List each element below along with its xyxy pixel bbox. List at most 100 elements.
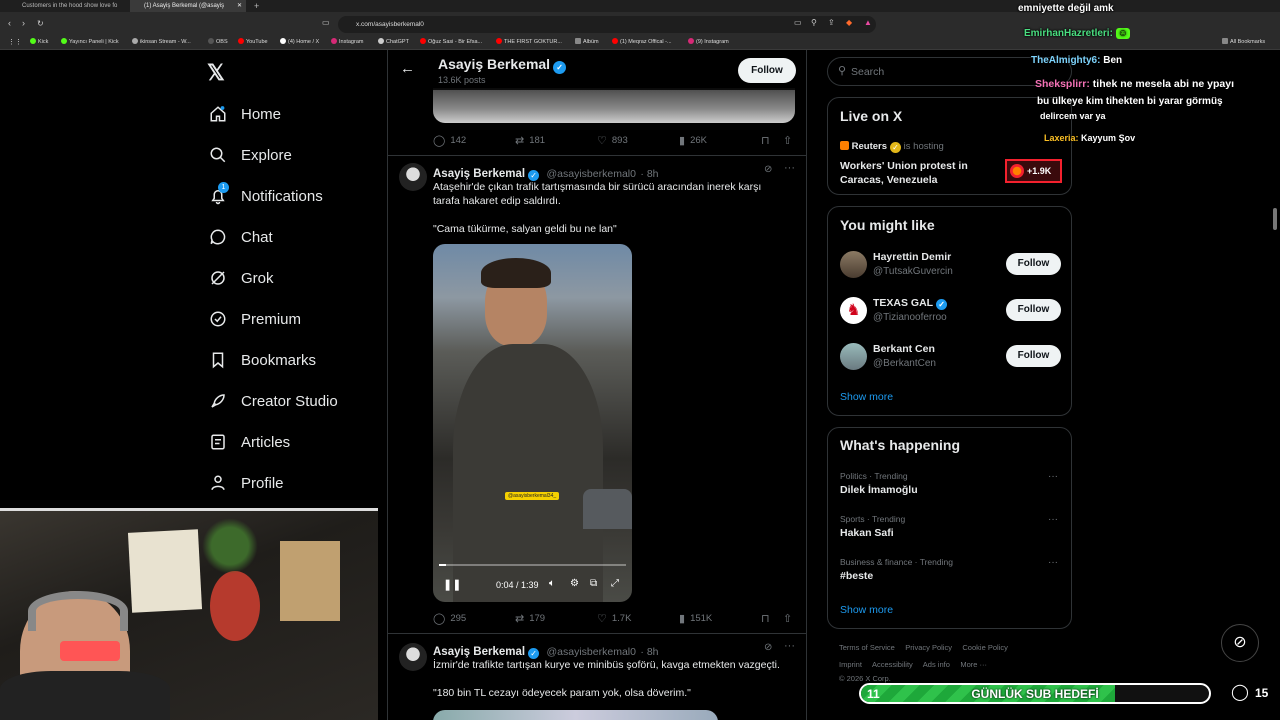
show-more-link[interactable]: Show more [840, 604, 893, 616]
tweet-time[interactable]: · 8h [640, 646, 658, 658]
bookmark-item[interactable]: Yayıncı Paneli | Kick [61, 38, 119, 45]
footer-link[interactable]: More ··· [960, 660, 987, 669]
close-tab-icon[interactable]: ✕ [237, 0, 242, 12]
bookmark-item[interactable]: ikinsan Stream - W... [132, 38, 191, 45]
footer-link[interactable]: Imprint [839, 660, 862, 669]
user-handle[interactable]: @BerkantCen [873, 358, 936, 369]
bookmark-item[interactable]: (4) Home / X [280, 38, 319, 45]
avatar[interactable] [399, 643, 427, 671]
avatar[interactable] [840, 251, 867, 278]
live-event-title[interactable]: Workers' Union protest in Caracas, Venez… [840, 159, 985, 187]
forward-icon[interactable]: › [22, 18, 25, 28]
scrollbar-thumb[interactable] [1273, 208, 1277, 230]
more-icon[interactable]: ··· [784, 162, 795, 174]
follow-button[interactable]: Follow [1006, 299, 1061, 321]
bookmark-item[interactable]: Kick [30, 38, 48, 45]
bookmark-item[interactable]: OBS [208, 38, 228, 45]
sidebar-item-explore[interactable]: Explore [208, 140, 292, 170]
grok-floating-button[interactable]: ⊘ [1221, 624, 1259, 662]
share-button[interactable]: ⇧ [783, 134, 797, 147]
live-listeners[interactable]: +1.9K [1005, 159, 1062, 183]
new-tab-icon[interactable]: + [252, 0, 264, 12]
follow-button[interactable]: Follow [738, 58, 796, 83]
avatar[interactable]: ♞ [840, 297, 867, 324]
tweet-author-name[interactable]: Asayiş Berkemal [433, 646, 525, 658]
pip-icon[interactable]: ⧉ [590, 578, 597, 589]
bookmark-button[interactable]: ⊓ [761, 134, 775, 147]
more-icon[interactable]: ··· [784, 640, 795, 652]
like-button[interactable]: ♡ 893 [597, 134, 628, 147]
rewards-icon[interactable]: ▲ [864, 18, 872, 27]
trend-name[interactable]: Hakan Safi [840, 527, 894, 539]
sidebar-item-grok[interactable]: Grok [208, 263, 274, 293]
share-button[interactable]: ⇧ [783, 612, 797, 625]
bookmark-item[interactable]: Albüm [575, 38, 599, 45]
bookmark-item[interactable]: YouTube [238, 38, 268, 45]
sidebar-item-chat[interactable]: Chat [208, 222, 273, 252]
grok-icon[interactable]: ⊘ [764, 164, 772, 175]
tweet-media[interactable] [433, 710, 718, 720]
tweet-author-name[interactable]: Asayiş Berkemal [433, 168, 525, 180]
show-more-link[interactable]: Show more [840, 391, 893, 403]
sidebar-item-creator-studio[interactable]: Creator Studio [208, 386, 338, 416]
avatar[interactable] [840, 343, 867, 370]
follow-button[interactable]: Follow [1006, 345, 1061, 367]
zoom-icon[interactable]: ⚲ [811, 18, 817, 27]
previous-tweet-image[interactable] [433, 88, 795, 123]
apps-icon[interactable]: ⋮⋮ [8, 38, 22, 46]
more-icon[interactable]: ··· [1048, 514, 1058, 525]
user-name[interactable]: Hayrettin Demir [873, 251, 951, 263]
bookmark-item[interactable]: THE FIRST GOKTUR... [496, 38, 562, 45]
user-name[interactable]: Berkant Cen [873, 343, 935, 355]
grok-icon[interactable]: ⊘ [764, 642, 772, 653]
more-icon[interactable]: ··· [1048, 557, 1058, 568]
reload-icon[interactable]: ↻ [37, 19, 44, 28]
user-name[interactable]: TEXAS GAL ✓ [873, 297, 948, 310]
sidebar-item-articles[interactable]: Articles [208, 427, 290, 457]
all-bookmarks[interactable]: All Bookmarks [1222, 38, 1265, 45]
fullscreen-icon[interactable]: ⤢ [611, 578, 619, 589]
screen-icon[interactable]: ▭ [794, 18, 802, 27]
browser-tab[interactable]: Customers in the hood show love fo [8, 0, 126, 12]
x-logo-icon[interactable]: 𝕏 [207, 60, 225, 86]
bookmark-item[interactable]: Oğuz Sasi - Bir Efsa... [420, 38, 482, 45]
share-icon[interactable]: ⇪ [828, 18, 835, 27]
bookmark-page-icon[interactable]: ▭ [322, 18, 330, 27]
tweet-author-handle[interactable]: @asayisberkemal0 [547, 168, 636, 180]
footer-link[interactable]: Cookie Policy [962, 643, 1007, 652]
brave-shield-icon[interactable]: ◆ [846, 18, 852, 27]
footer-link[interactable]: Terms of Service [839, 643, 895, 652]
user-handle[interactable]: @Tizianooferroo [873, 312, 947, 323]
footer-link[interactable]: Ads info [923, 660, 950, 669]
sidebar-item-premium[interactable]: Premium [208, 304, 301, 334]
follow-button[interactable]: Follow [1006, 253, 1061, 275]
back-arrow-icon[interactable]: ← [400, 60, 415, 77]
sidebar-item-home[interactable]: Home [208, 99, 281, 129]
sidebar-item-profile[interactable]: Profile [208, 468, 284, 498]
more-icon[interactable]: ··· [1048, 471, 1058, 482]
tweet-author-handle[interactable]: @asayisberkemal0 [547, 646, 636, 658]
settings-icon[interactable]: ⚙︎ [570, 578, 579, 589]
like-button[interactable]: ♡ 1.7K [597, 612, 631, 625]
tweet-video[interactable]: @asayisberkemal34_ ❚❚ 0:04 / 1:39 🔈︎ ⚙︎ … [433, 244, 632, 602]
bookmark-item[interactable]: (1) Meqraz Offical -... [612, 38, 672, 45]
views-button[interactable]: ▮ 26K [679, 134, 707, 147]
trend-name[interactable]: Dilek İmamoğlu [840, 484, 918, 496]
repost-button[interactable]: ⇄ 179 [515, 612, 545, 625]
reply-button[interactable]: ◯ 142 [433, 134, 466, 147]
views-button[interactable]: ▮ 151K [679, 612, 712, 625]
sidebar-item-notifications[interactable]: 1 Notifications [208, 181, 323, 211]
volume-icon[interactable]: 🔈︎ [549, 578, 555, 589]
trend-name[interactable]: #beste [840, 570, 873, 582]
live-host[interactable]: Reuters ✓ is hosting [840, 141, 944, 153]
footer-link[interactable]: Privacy Policy [905, 643, 952, 652]
bookmark-button[interactable]: ⊓ [761, 612, 775, 625]
bookmark-item[interactable]: Instagram [331, 38, 363, 45]
reply-button[interactable]: ◯ 295 [433, 612, 466, 625]
bookmark-item[interactable]: (9) Instagram [688, 38, 729, 45]
tweet-time[interactable]: · 8h [640, 168, 658, 180]
footer-link[interactable]: Accessibility [872, 660, 913, 669]
avatar[interactable] [399, 163, 427, 191]
repost-button[interactable]: ⇄ 181 [515, 134, 545, 147]
back-icon[interactable]: ‹ [8, 18, 11, 28]
